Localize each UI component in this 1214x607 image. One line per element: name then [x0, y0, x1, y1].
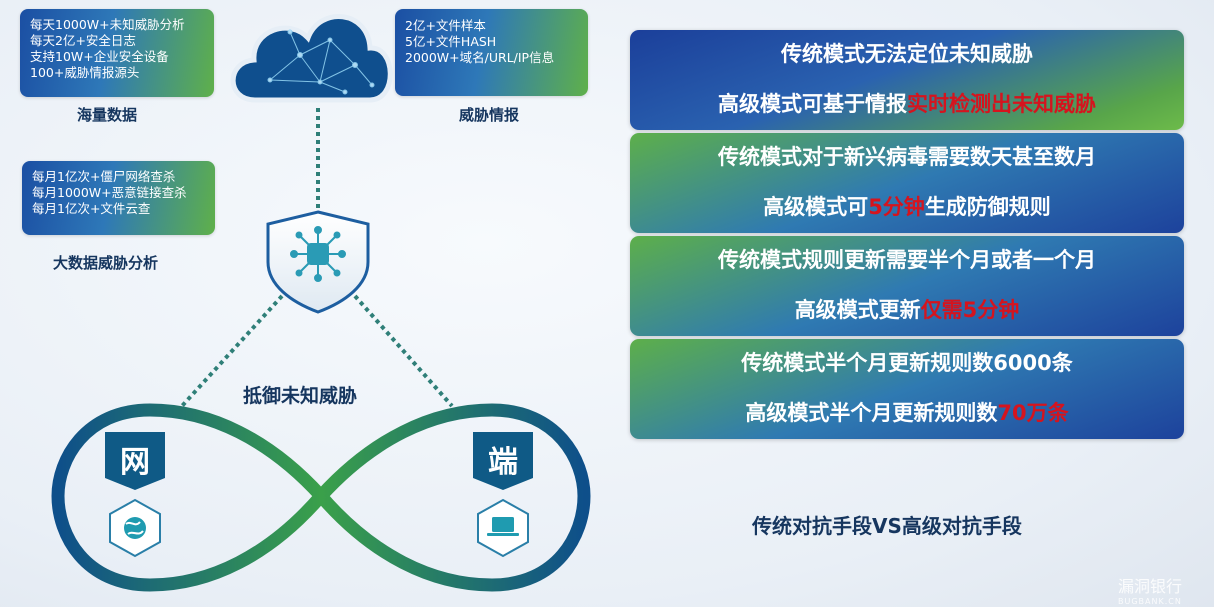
highlight-text: 仅需5分钟 [920, 298, 1020, 322]
massive-data-caption: 海量数据 [77, 106, 138, 124]
traditional-line: 传统模式无法定位未知威胁 [781, 42, 1033, 66]
advanced-text: 高级模式可基于情报 [718, 92, 907, 116]
box-line: 5亿+文件HASH [405, 34, 497, 49]
box-line: 2000W+域名/URL/IP信息 [405, 50, 555, 65]
advanced-line: 高级模式可基于情报实时检测出未知威胁 [630, 88, 1184, 118]
comparison-panel-4: 传统模式半个月更新规则数6000条 高级模式半个月更新规则数70万条 [630, 339, 1184, 439]
comparison-title: 传统对抗手段VS高级对抗手段 [752, 514, 1022, 538]
advanced-line: 高级模式可5分钟生成防御规则 [630, 191, 1184, 221]
advanced-line: 高级模式半个月更新规则数70万条 [630, 397, 1184, 427]
globe-icon [124, 517, 146, 539]
highlight-text: 实时检测出未知威胁 [907, 92, 1096, 116]
advanced-line: 高级模式更新仅需5分钟 [630, 294, 1184, 324]
comparison-panel-2: 传统模式对于新兴病毒需要数天甚至数月 高级模式可5分钟生成防御规则 [630, 133, 1184, 233]
end-label: 端 [488, 445, 518, 480]
box-line: 每天2亿+安全日志 [30, 33, 136, 48]
box-line: 2亿+文件样本 [405, 18, 486, 33]
advanced-text: 高级模式更新 [794, 298, 921, 322]
comparison-panel-1: 传统模式无法定位未知威胁 高级模式可基于情报实时检测出未知威胁 [630, 30, 1184, 130]
box-line: 100+威胁情报源头 [30, 65, 140, 80]
box-line: 每月1000W+恶意链接查杀 [32, 185, 187, 200]
advanced-text: 高级模式可 [763, 195, 869, 219]
comparison-panel-3: 传统模式规则更新需要半个月或者一个月 高级模式更新仅需5分钟 [630, 236, 1184, 336]
box-line: 每月1亿次+文件云查 [32, 201, 151, 216]
watermark-main: 漏洞银行 [1118, 577, 1183, 596]
cloud-icon [230, 14, 393, 103]
traditional-line: 传统模式规则更新需要半个月或者一个月 [718, 248, 1096, 272]
threat-intel-box: 2亿+文件样本 5亿+文件HASH 2000W+域名/URL/IP信息 [395, 9, 588, 96]
net-label: 网 [120, 445, 150, 480]
highlight-text: 70万条 [997, 401, 1069, 425]
box-line: 每月1亿次+僵尸网络查杀 [32, 169, 176, 184]
threat-intel-caption: 威胁情报 [459, 106, 520, 124]
box-line: 每天1000W+未知威胁分析 [30, 17, 185, 32]
traditional-line: 传统模式半个月更新规则数6000条 [741, 351, 1073, 375]
watermark-sub: BUGBANK.CN [1118, 597, 1182, 606]
highlight-text: 5分钟 [868, 195, 925, 219]
box-line: 支持10W+企业安全设备 [30, 49, 169, 64]
bigdata-analysis-caption: 大数据威胁分析 [53, 254, 159, 272]
advanced-text: 高级模式半个月更新规则数 [745, 401, 998, 425]
advanced-text-after: 生成防御规则 [924, 195, 1051, 219]
traditional-line: 传统模式对于新兴病毒需要数天甚至数月 [718, 145, 1096, 169]
defend-unknown-caption: 抵御未知威胁 [243, 385, 358, 407]
bigdata-analysis-box: 每月1亿次+僵尸网络查杀 每月1000W+恶意链接查杀 每月1亿次+文件云查 [22, 161, 215, 235]
watermark: 漏洞银行 BUGBANK.CN [1118, 573, 1182, 606]
massive-data-box: 每天1000W+未知威胁分析 每天2亿+安全日志 支持10W+企业安全设备 10… [20, 9, 214, 97]
